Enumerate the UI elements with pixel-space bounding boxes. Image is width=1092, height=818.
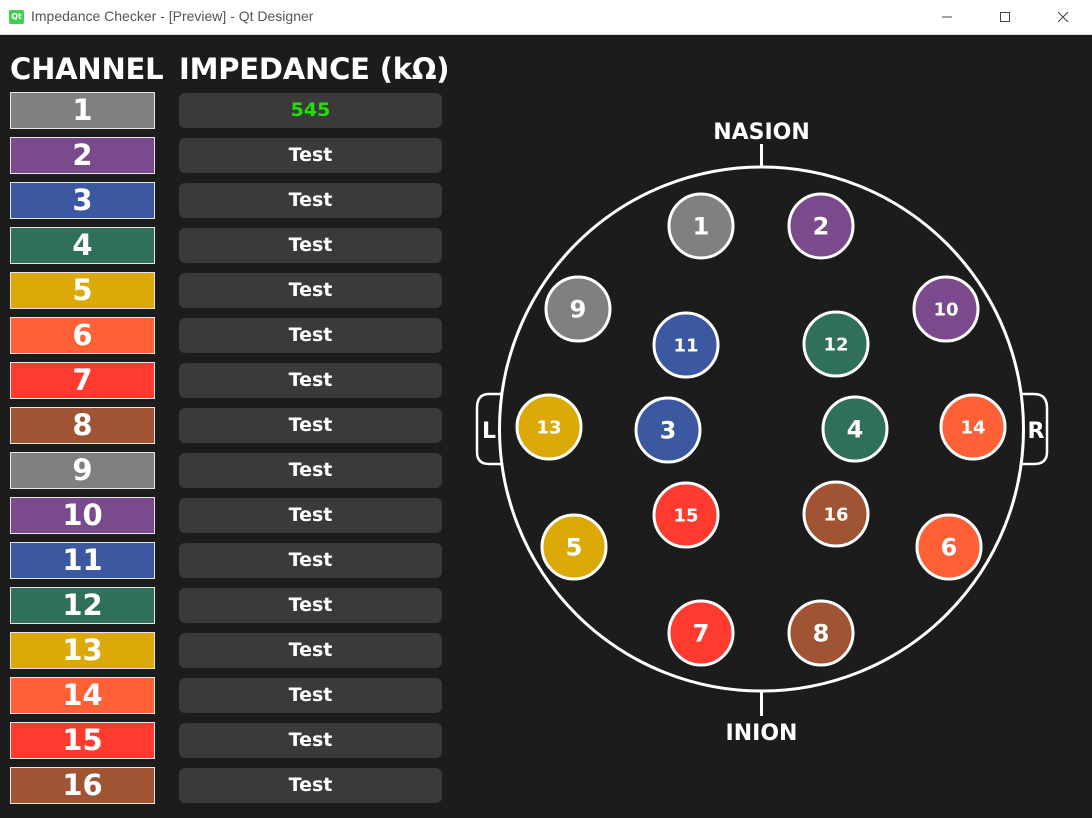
electrode-12-label: 12: [823, 334, 848, 355]
electrode-4: 4: [821, 395, 889, 463]
electrode-15: 15: [652, 481, 720, 549]
electrode-3: 3: [634, 396, 702, 464]
right-ear-label: R: [1028, 419, 1045, 444]
electrode-1: 1: [667, 192, 735, 260]
electrode-8-label: 8: [813, 620, 830, 648]
electrode-4-label: 4: [847, 416, 864, 444]
electrode-13-label: 13: [536, 417, 561, 438]
qt-designer-app-icon: Qt: [9, 10, 24, 24]
electrode-10: 10: [912, 275, 980, 343]
head-electrode-map: NASION INION L R 1 23 45 67 89 1011 1213 1415 16: [475, 120, 1049, 746]
inion-label: INION: [726, 721, 798, 746]
electrode-7: 7: [667, 599, 735, 667]
electrode-2-label: 2: [813, 213, 830, 241]
electrode-12: 12: [802, 310, 870, 378]
electrode-11: 11: [652, 311, 720, 379]
electrode-5-label: 5: [566, 534, 583, 562]
electrode-9-label: 9: [570, 296, 587, 324]
electrode-2: 2: [787, 192, 855, 260]
nasion-label: NASION: [713, 120, 810, 145]
electrode-7-label: 7: [693, 620, 710, 648]
close-button[interactable]: [1034, 0, 1092, 34]
electrode-14-label: 14: [960, 417, 985, 438]
electrode-6-label: 6: [941, 534, 958, 562]
electrode-3-label: 3: [660, 417, 677, 445]
electrode-6: 6: [915, 513, 983, 581]
electrode-16-label: 16: [823, 504, 848, 525]
electrode-5: 5: [540, 513, 608, 581]
electrode-1-label: 1: [693, 213, 710, 241]
maximize-button[interactable]: [976, 0, 1034, 34]
title-bar: Qt Impedance Checker - [Preview] - Qt De…: [0, 0, 1092, 35]
electrode-8: 8: [787, 599, 855, 667]
electrode-13: 13: [515, 393, 583, 461]
electrode-15-label: 15: [673, 505, 698, 526]
close-icon: [1057, 11, 1069, 23]
electrode-11-label: 11: [673, 335, 698, 356]
electrode-9: 9: [544, 275, 612, 343]
minimize-icon: [942, 16, 952, 18]
minimize-button[interactable]: [918, 0, 976, 34]
electrode-14: 14: [939, 393, 1007, 461]
window-title: Impedance Checker - [Preview] - Qt Desig…: [31, 8, 314, 24]
left-ear-label: L: [482, 419, 496, 444]
main-content: CHANNEL IMPEDANCE (kΩ) 1 2 3 4 5 6 7 8 9 10 11 12 13…: [0, 36, 1092, 818]
electrode-16: 16: [802, 480, 870, 548]
maximize-icon: [1000, 12, 1010, 22]
electrode-10-label: 10: [933, 299, 958, 320]
